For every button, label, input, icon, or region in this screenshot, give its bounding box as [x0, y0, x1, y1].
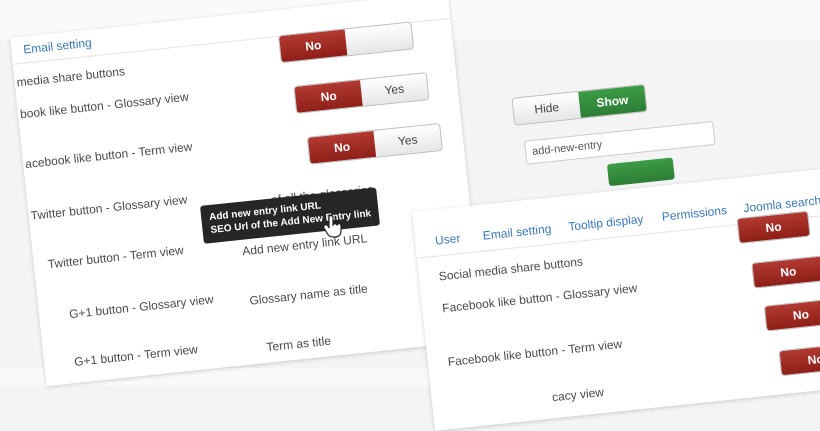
right-toggle-4[interactable]: No [778, 342, 820, 377]
right-toggle-3[interactable]: No [763, 298, 820, 332]
toggle-2-no[interactable]: No [294, 80, 363, 113]
left-row-gplus-glossary: G+1 button - Glossary view [68, 292, 215, 322]
tab-permissions[interactable]: Permissions [661, 203, 727, 224]
show-option[interactable]: Show [578, 85, 647, 118]
right-row-social-share: Social media share buttons [438, 254, 584, 284]
middle-row-glossary-name-title: Glossary name as title [248, 281, 369, 308]
hide-option[interactable]: Hide [512, 91, 581, 125]
left-row-twitter-term: Twitter button - Term view [47, 243, 185, 272]
right-toggle-3-no[interactable]: No [764, 299, 820, 331]
right-settings-panel: User Email setting Tooltip display Permi… [412, 168, 820, 431]
right-toggle-2-no[interactable]: No [752, 256, 820, 288]
left-row-facebook-glossary: book like button - Glossary view [19, 89, 190, 122]
right-top-group: Hide Show add-new-entry [510, 59, 760, 193]
tab-email-setting[interactable]: Email setting [23, 36, 93, 57]
right-row-partial: cacy view [551, 384, 605, 405]
right-toggle-1-no[interactable]: No [737, 211, 810, 243]
tab-joomla-search[interactable]: Joomla search [743, 193, 820, 215]
left-row-twitter-glossary: Twitter button - Glossary view [29, 192, 188, 223]
toggle-2-yes[interactable]: Yes [360, 73, 429, 106]
middle-row-term-as-title: Term as title [265, 333, 332, 355]
toggle-1-no[interactable]: No [279, 29, 348, 63]
toggle-3-no[interactable]: No [307, 130, 377, 164]
right-toggle-1[interactable]: No [736, 210, 811, 244]
hand-cursor-icon [324, 214, 342, 238]
right-toggle-2[interactable]: No [751, 255, 820, 289]
toggle-3[interactable]: No Yes [306, 122, 443, 165]
tab-email-setting-right[interactable]: Email setting [482, 222, 552, 243]
right-row-facebook-glossary: Facebook like button - Glossary view [441, 280, 638, 316]
slug-input[interactable]: add-new-entry [524, 120, 716, 165]
right-row-facebook-term: Facebook like button - Term view [447, 336, 623, 370]
right-toggle-4-no[interactable]: No [779, 344, 820, 376]
hide-show-toggle[interactable]: Hide Show [511, 83, 648, 126]
toggle-1-yes[interactable] [344, 22, 414, 56]
tab-user[interactable]: User [434, 231, 461, 248]
tab-tooltip-display[interactable]: Tooltip display [568, 212, 644, 234]
toggle-2[interactable]: No Yes [293, 72, 430, 114]
partial-green-toggle[interactable] [606, 157, 675, 187]
toggle-3-yes[interactable]: Yes [373, 124, 442, 157]
left-row-media-share: media share buttons [15, 64, 126, 90]
left-row-gplus-term: G+1 button - Term view [73, 342, 199, 370]
left-row-facebook-term: acebook like button - Term view [24, 139, 193, 172]
